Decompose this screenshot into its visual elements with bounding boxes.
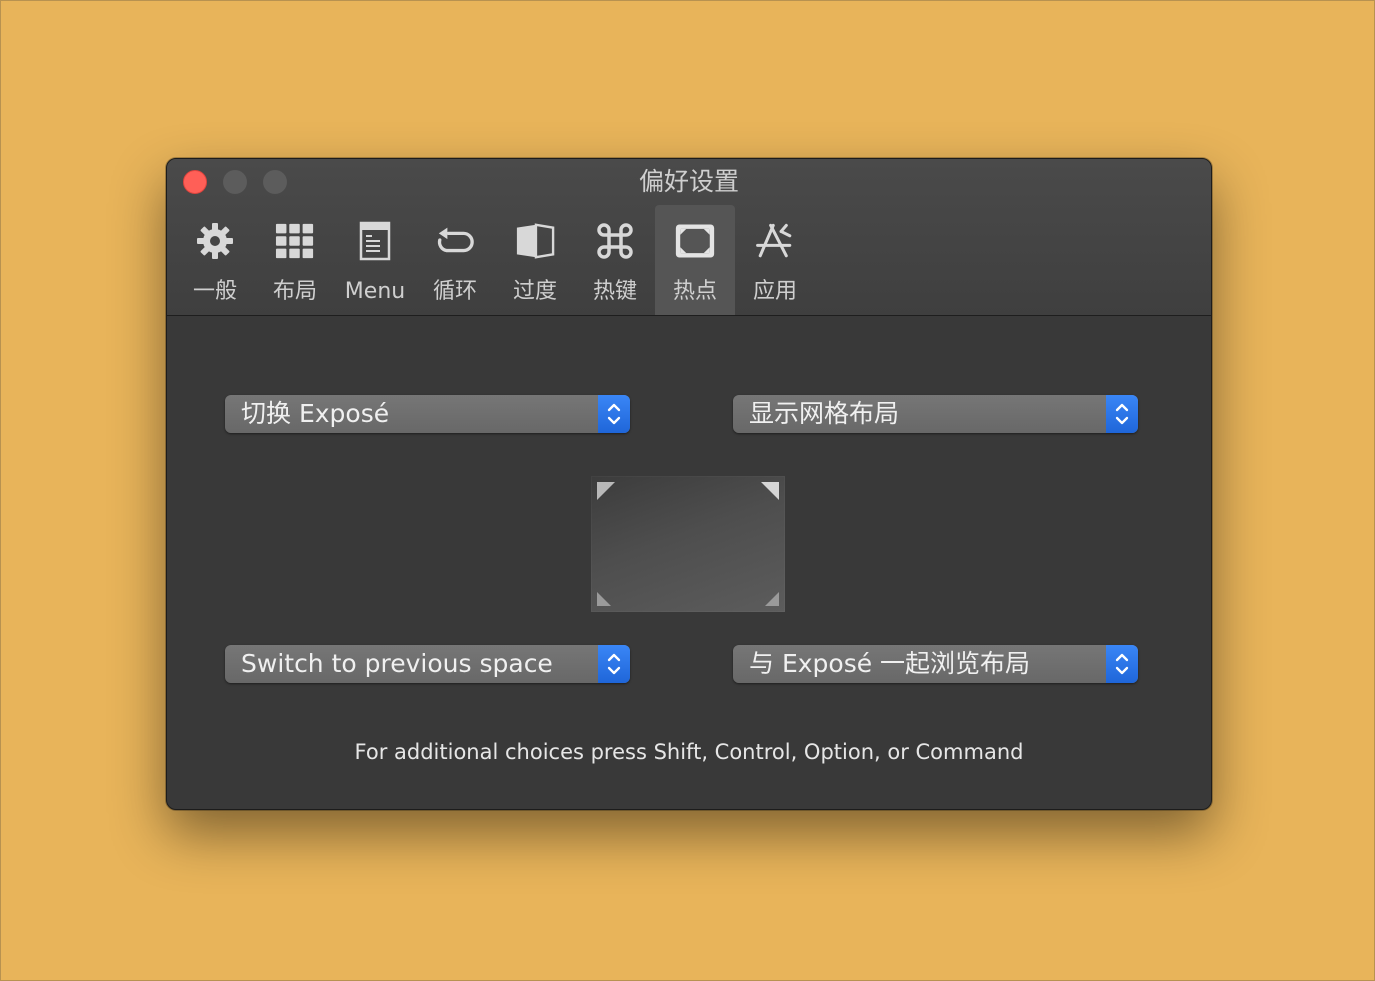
preferences-window: 偏好设置 一般 布局 Menu 循环 过度 热键 热点 应用 切换 Exposé… [166,158,1212,810]
cycle-icon [435,221,475,261]
tab-general[interactable]: 一般 [175,205,255,315]
menu-window-icon [355,221,395,261]
command-key-icon [595,221,635,261]
tab-menu[interactable]: Menu [335,205,415,315]
bottom-left-corner-value: Switch to previous space [241,649,553,678]
tab-apps-label: 应用 [752,279,797,304]
tab-general-label: 一般 [192,279,237,304]
chevron-up-down-icon [1115,403,1129,425]
top-right-corner-value: 显示网格布局 [749,399,900,428]
top-right-corner-marker-icon [761,482,779,500]
titlebar: 偏好设置 一般 布局 Menu 循环 过度 热键 热点 应用 [167,159,1211,316]
bottom-right-corner-stepper[interactable] [1106,645,1138,683]
bottom-left-corner-marker-icon [597,592,611,606]
tab-hotkeys[interactable]: 热键 [575,205,655,315]
top-right-corner-popup[interactable]: 显示网格布局 [733,395,1138,433]
bottom-right-corner-value: 与 Exposé 一起浏览布局 [749,649,1031,678]
tab-hotkeys-label: 热键 [592,279,637,304]
bottom-right-corner-popup[interactable]: 与 Exposé 一起浏览布局 [733,645,1138,683]
chevron-up-down-icon [607,653,621,675]
bottom-left-corner-stepper[interactable] [598,645,630,683]
tab-layout[interactable]: 布局 [255,205,335,315]
tab-transition[interactable]: 过度 [495,205,575,315]
bottom-left-corner-popup[interactable]: Switch to previous space [225,645,630,683]
tab-cycle-label: 循环 [432,279,477,304]
grid-icon [275,221,315,261]
top-right-corner-stepper[interactable] [1106,395,1138,433]
transition-icon [515,221,555,261]
top-left-corner-value: 切换 Exposé [241,399,390,428]
modifier-hint-text: For additional choices press Shift, Cont… [354,740,1024,764]
tab-cycle[interactable]: 循环 [415,205,495,315]
chevron-up-down-icon [1115,653,1129,675]
tab-apps[interactable]: 应用 [735,205,815,315]
toolbar: 一般 布局 Menu 循环 过度 热键 热点 应用 [175,205,815,315]
gear-icon [195,221,235,261]
tab-menu-label: Menu [344,279,406,304]
top-left-corner-popup[interactable]: 切换 Exposé [225,395,630,433]
tab-layout-label: 布局 [272,279,317,304]
screen-preview [591,476,785,612]
app-store-icon [755,221,795,261]
hot-corners-icon [675,221,715,261]
window-title: 偏好设置 [638,167,739,196]
top-left-corner-marker-icon [597,482,615,500]
top-left-corner-stepper[interactable] [598,395,630,433]
tab-hot-corners[interactable]: 热点 [655,205,735,315]
bottom-right-corner-marker-icon [765,592,779,606]
tab-transition-label: 过度 [512,279,557,304]
tab-hot-corners-label: 热点 [672,279,717,304]
chevron-up-down-icon [607,403,621,425]
